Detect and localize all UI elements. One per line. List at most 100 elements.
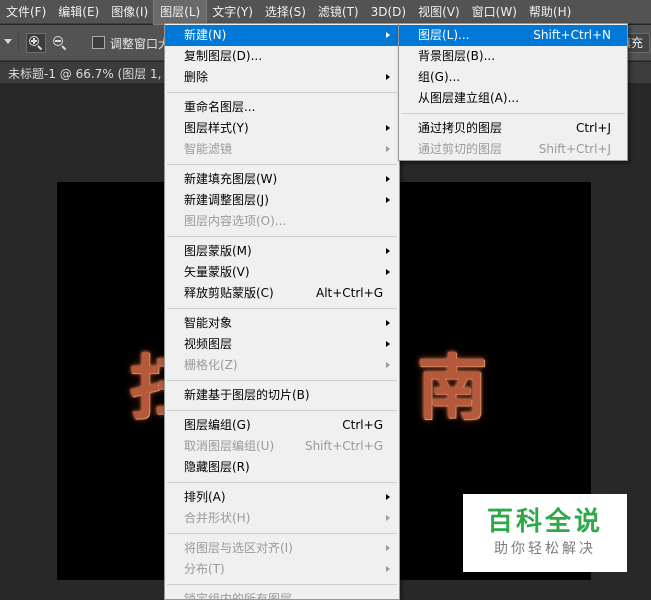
layer-menu-item-17[interactable]: 视频图层 (165, 334, 399, 355)
new-submenu-item-label: 组(G)... (418, 70, 461, 84)
watermark-logo: 百科全说 助你轻松解决 (463, 494, 627, 572)
zoom-in-icon (29, 36, 43, 51)
layer-menu-item-label: 矢量蒙版(V) (184, 265, 250, 279)
menubar-item-5[interactable]: 选择(S) (259, 0, 312, 24)
new-submenu: 图层(L)... Shift+Ctrl+N 背景图层(B)... 组(G)... 从图层… (398, 23, 628, 161)
menu-bar: 文件(F) 编辑(E) 图像(I) 图层(L) 文字(Y) 选择(S) 滤镜(T) 3D(D)… (0, 0, 651, 25)
submenu-arrow-icon (386, 269, 390, 275)
menubar-item-2[interactable]: 图像(I) (105, 0, 154, 24)
menu-separator (165, 376, 399, 385)
new-submenu-item-5[interactable]: 通过拷贝的图层 Ctrl+J (399, 118, 627, 139)
zoom-out-button[interactable] (50, 33, 70, 53)
new-submenu-item-label: 背景图层(B)... (418, 49, 496, 63)
submenu-arrow-icon (386, 362, 390, 368)
submenu-arrow-icon (386, 341, 390, 347)
layer-menu-item-label: 图层样式(Y) (184, 121, 249, 135)
menubar-item-4[interactable]: 文字(Y) (206, 0, 259, 24)
layer-menu-item-label: 新建基于图层的切片(B) (184, 388, 310, 402)
submenu-arrow-icon (386, 176, 390, 182)
new-submenu-item-2[interactable]: 组(G)... (399, 67, 627, 88)
layer-menu-item-label: 释放剪贴蒙版(C) (184, 286, 274, 300)
layer-menu-item-2[interactable]: 删除 (165, 67, 399, 88)
submenu-arrow-icon (386, 32, 390, 38)
layer-menu-item-9[interactable]: 新建调整图层(J) (165, 190, 399, 211)
layer-menu-item-label: 隐藏图层(R) (184, 460, 250, 474)
resize-window-label: 调整窗口大 (110, 37, 171, 51)
layer-menu-item-label: 视频图层 (184, 337, 233, 351)
submenu-arrow-icon (386, 74, 390, 80)
menu-separator (165, 406, 399, 415)
layer-menu-item-6: 智能滤镜 (165, 139, 399, 160)
canvas-glow-text-right: 南 (417, 347, 489, 429)
layer-menu-item-shortcut: Alt+Ctrl+G (315, 286, 383, 300)
layer-menu-item-1[interactable]: 复制图层(D)... (165, 46, 399, 67)
menubar-item-3[interactable]: 图层(L) (153, 0, 208, 25)
menubar-item-7[interactable]: 3D(D) (365, 0, 412, 24)
layer-menu-item-label: 合并形状(H) (184, 511, 251, 525)
layer-menu-item-8[interactable]: 新建填充图层(W) (165, 169, 399, 190)
new-submenu-item-0[interactable]: 图层(L)... Shift+Ctrl+N (399, 25, 627, 46)
layer-menu-item-label: 图层蒙版(M) (184, 244, 252, 258)
layer-menu-item-12[interactable]: 图层蒙版(M) (165, 241, 399, 262)
zoom-in-button[interactable] (26, 33, 46, 53)
options-divider (18, 33, 19, 53)
layer-menu-item-4[interactable]: 重命名图层... (165, 97, 399, 118)
menu-separator (165, 232, 399, 241)
menu-separator (165, 478, 399, 487)
menu-separator (165, 580, 399, 589)
layer-menu-item-13[interactable]: 矢量蒙版(V) (165, 262, 399, 283)
new-submenu-item-label: 通过剪切的图层 (418, 142, 503, 156)
layer-menu: 新建(N) 复制图层(D)... 删除重命名图层... 图层样式(Y) 智能滤镜新建填充… (164, 23, 400, 600)
menubar-item-0[interactable]: 文件(F) (0, 0, 52, 24)
layer-menu-item-24[interactable]: 隐藏图层(R) (165, 457, 399, 478)
zoom-out-icon (53, 36, 67, 51)
menubar-item-10[interactable]: 帮助(H) (523, 0, 577, 24)
new-submenu-item-label: 图层(L)... (418, 28, 470, 42)
new-submenu-item-shortcut: Shift+Ctrl+N (533, 28, 611, 42)
layer-menu-item-label: 分布(T) (184, 562, 225, 576)
menubar-item-1[interactable]: 编辑(E) (52, 0, 105, 24)
layer-menu-item-0[interactable]: 新建(N) (165, 25, 399, 46)
menu-separator (165, 88, 399, 97)
new-submenu-item-shortcut: Shift+Ctrl+J (538, 142, 611, 156)
document-tab[interactable]: 未标题-1 @ 66.7% (图层 1, R (8, 65, 174, 82)
layer-menu-item-5[interactable]: 图层样式(Y) (165, 118, 399, 139)
menu-separator (399, 109, 627, 118)
menubar-item-9[interactable]: 窗口(W) (466, 0, 523, 24)
layer-menu-item-14[interactable]: 释放剪贴蒙版(C) Alt+Ctrl+G (165, 283, 399, 304)
layer-menu-item-22[interactable]: 图层编组(G) Ctrl+G (165, 415, 399, 436)
layer-menu-item-label: 锁定组内的所有图层 (184, 592, 293, 600)
layer-menu-item-label: 新建(N) (184, 28, 227, 42)
new-submenu-item-6: 通过剪切的图层 Shift+Ctrl+J (399, 139, 627, 160)
watermark-title: 百科全说 (486, 507, 603, 537)
submenu-arrow-icon (386, 545, 390, 551)
layer-menu-item-label: 智能滤镜 (184, 142, 233, 156)
submenu-arrow-icon (386, 125, 390, 131)
layer-menu-item-32: 锁定组内的所有图层 (165, 589, 399, 600)
layer-menu-item-label: 将图层与选区对齐(I) (184, 541, 293, 555)
layer-menu-item-23: 取消图层编组(U) Shift+Ctrl+G (165, 436, 399, 457)
layer-menu-item-29: 将图层与选区对齐(I) (165, 538, 399, 559)
menu-separator (165, 529, 399, 538)
menubar-item-8[interactable]: 视图(V) (412, 0, 466, 24)
resize-window-checkbox[interactable] (92, 36, 105, 49)
layer-menu-item-label: 新建调整图层(J) (184, 193, 269, 207)
submenu-arrow-icon (386, 566, 390, 572)
menu-separator (165, 304, 399, 313)
layer-menu-item-label: 栅格化(Z) (184, 358, 238, 372)
submenu-arrow-icon (386, 494, 390, 500)
tool-preset-dropdown-icon[interactable] (4, 39, 12, 44)
layer-menu-item-label: 删除 (184, 70, 209, 84)
submenu-arrow-icon (386, 197, 390, 203)
submenu-arrow-icon (386, 248, 390, 254)
layer-menu-item-label: 排列(A) (184, 490, 226, 504)
layer-menu-item-26[interactable]: 排列(A) (165, 487, 399, 508)
layer-menu-item-27: 合并形状(H) (165, 508, 399, 529)
new-submenu-item-1[interactable]: 背景图层(B)... (399, 46, 627, 67)
layer-menu-item-20[interactable]: 新建基于图层的切片(B) (165, 385, 399, 406)
layer-menu-item-10: 图层内容选项(O)... (165, 211, 399, 232)
submenu-arrow-icon (386, 146, 390, 152)
new-submenu-item-3[interactable]: 从图层建立组(A)... (399, 88, 627, 109)
menubar-item-6[interactable]: 滤镜(T) (312, 0, 365, 24)
layer-menu-item-16[interactable]: 智能对象 (165, 313, 399, 334)
